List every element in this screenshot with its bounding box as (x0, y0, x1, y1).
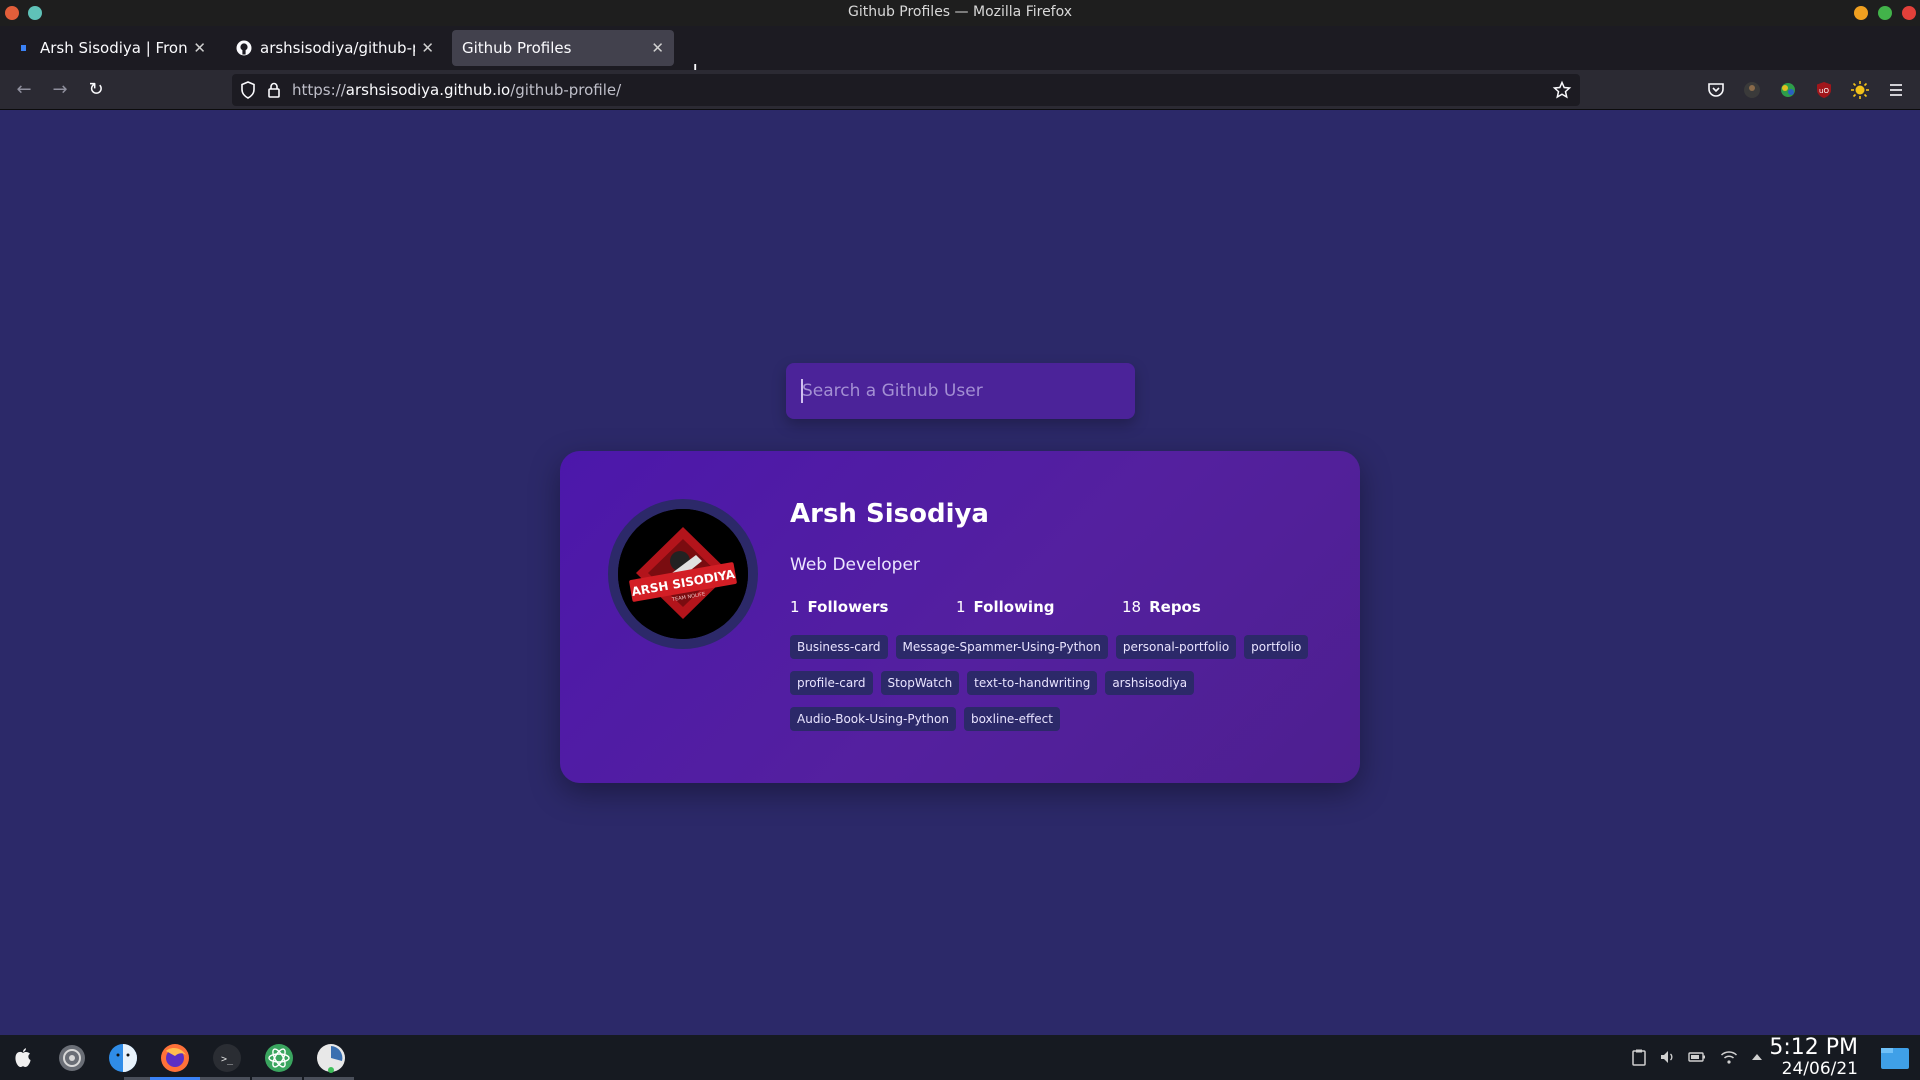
clock-time: 5:12 PM (1769, 1035, 1858, 1060)
ublock-origin-icon[interactable]: uO (1814, 80, 1834, 100)
close-tab-icon[interactable]: ✕ (193, 39, 206, 57)
atom-editor-icon[interactable] (264, 1043, 294, 1073)
apple-menu-icon[interactable] (8, 1043, 38, 1073)
site-favicon-icon (16, 40, 32, 56)
tab-github-profiles[interactable]: Github Profiles ✕ (452, 30, 674, 66)
following-label: Following (973, 598, 1055, 616)
repo-link[interactable]: text-to-handwriting (967, 671, 1098, 695)
minimize-button[interactable] (1854, 6, 1868, 20)
repo-link[interactable]: StopWatch (880, 671, 960, 695)
close-window-button[interactable] (1902, 6, 1916, 20)
extension-icon[interactable] (1778, 80, 1798, 100)
tab-strip: Arsh Sisodiya | Front End ✕ arshsisodiya… (0, 26, 1920, 84)
bookmark-star-icon[interactable] (1552, 80, 1572, 100)
repo-link[interactable]: Audio-Book-Using-Python (790, 707, 956, 731)
repo-link[interactable]: personal-portfolio (1115, 635, 1237, 659)
window-title: Github Profiles — Mozilla Firefox (847, 4, 1073, 20)
repos-count: 18 (1122, 598, 1142, 616)
clock-date: 24/06/21 (1781, 1059, 1858, 1079)
back-button[interactable]: ← (12, 78, 36, 102)
firefox-icon[interactable] (160, 1043, 190, 1073)
following-stat: 1 Following (956, 598, 1055, 616)
page-content: ARSH SISODIYA TEAM NOLIFE Arsh Sisodiya … (0, 110, 1920, 1035)
repo-link[interactable]: profile-card (790, 671, 873, 695)
tab-label: arshsisodiya/github-profil (260, 39, 415, 57)
clipboard-icon[interactable] (1630, 1048, 1648, 1066)
finder-icon[interactable] (108, 1043, 138, 1073)
battery-icon[interactable] (1688, 1048, 1706, 1066)
disk-utility-icon[interactable] (316, 1043, 346, 1073)
pocket-icon[interactable] (1706, 80, 1726, 100)
avatar-frame: ARSH SISODIYA TEAM NOLIFE (608, 499, 758, 649)
svg-text:uO: uO (1819, 87, 1829, 95)
followers-stat: 1 Followers (790, 598, 888, 616)
dark-reader-sun-icon[interactable] (1850, 80, 1870, 100)
tab-label: Github Profiles (462, 39, 572, 57)
repo-link[interactable]: portfolio (1244, 635, 1309, 659)
wifi-icon[interactable] (1720, 1048, 1738, 1066)
url-path: /github-profile/ (510, 81, 622, 99)
repo-link[interactable]: Business-card (790, 635, 888, 659)
shield-icon[interactable] (238, 80, 258, 100)
tab-portfolio[interactable]: Arsh Sisodiya | Front End ✕ (6, 30, 216, 66)
hamburger-menu-icon[interactable] (1886, 80, 1906, 100)
repos-stat: 18 Repos (1122, 598, 1201, 616)
account-avatar-icon[interactable] (1742, 80, 1762, 100)
maximize-button[interactable] (1878, 6, 1892, 20)
url-bar[interactable]: https://arshsisodiya.github.io/github-pr… (232, 74, 1580, 106)
system-taskbar: >_ 5:12 PM 24/06/21 (0, 1035, 1920, 1080)
following-count: 1 (956, 598, 966, 616)
repo-list: Business-card Message-Spammer-Using-Pytho… (790, 635, 1330, 743)
show-desktop-icon[interactable] (1880, 1045, 1910, 1075)
repo-link[interactable]: arshsisodiya (1105, 671, 1195, 695)
terminal-icon[interactable]: >_ (212, 1043, 242, 1073)
system-clock[interactable]: 5:12 PM 24/06/21 (1769, 1035, 1858, 1079)
close-tab-icon[interactable]: ✕ (421, 39, 434, 57)
repo-link[interactable]: boxline-effect (963, 707, 1060, 731)
lock-icon[interactable] (264, 80, 284, 100)
text-cursor (801, 379, 803, 403)
github-icon (236, 40, 252, 56)
system-settings-icon[interactable] (57, 1043, 87, 1073)
repo-link[interactable]: Message-Spammer-Using-Python (895, 635, 1108, 659)
url-host: arshsisodiya.github.io (345, 81, 511, 99)
tray-expand-icon[interactable] (1748, 1048, 1766, 1066)
followers-label: Followers (807, 598, 889, 616)
profile-stats: 1 Followers 1 Following 18 Repos (790, 598, 1310, 618)
volume-icon[interactable] (1659, 1048, 1677, 1066)
window-titlebar: Github Profiles — Mozilla Firefox (0, 0, 1920, 26)
tab-github-repo[interactable]: arshsisodiya/github-profil ✕ (226, 30, 444, 66)
search-user-input[interactable] (786, 363, 1135, 419)
close-tab-icon[interactable]: ✕ (651, 39, 664, 57)
profile-bio: Web Developer (790, 555, 920, 575)
url-scheme: https:// (292, 81, 346, 99)
reload-button[interactable]: ↻ (84, 78, 108, 102)
avatar-image: ARSH SISODIYA TEAM NOLIFE (618, 509, 748, 639)
tab-label: Arsh Sisodiya | Front End (40, 39, 188, 57)
followers-count: 1 (790, 598, 800, 616)
svg-text:>_: >_ (221, 1054, 234, 1065)
forward-button[interactable]: → (48, 78, 72, 102)
repos-label: Repos (1149, 598, 1201, 616)
url-text[interactable]: https://arshsisodiya.github.io/github-pr… (292, 81, 621, 99)
navigation-toolbar: ← → ↻ https://arshsisodiya.github.io/git… (0, 70, 1920, 110)
profile-card: ARSH SISODIYA TEAM NOLIFE Arsh Sisodiya … (560, 451, 1360, 783)
profile-name: Arsh Sisodiya (790, 499, 989, 529)
